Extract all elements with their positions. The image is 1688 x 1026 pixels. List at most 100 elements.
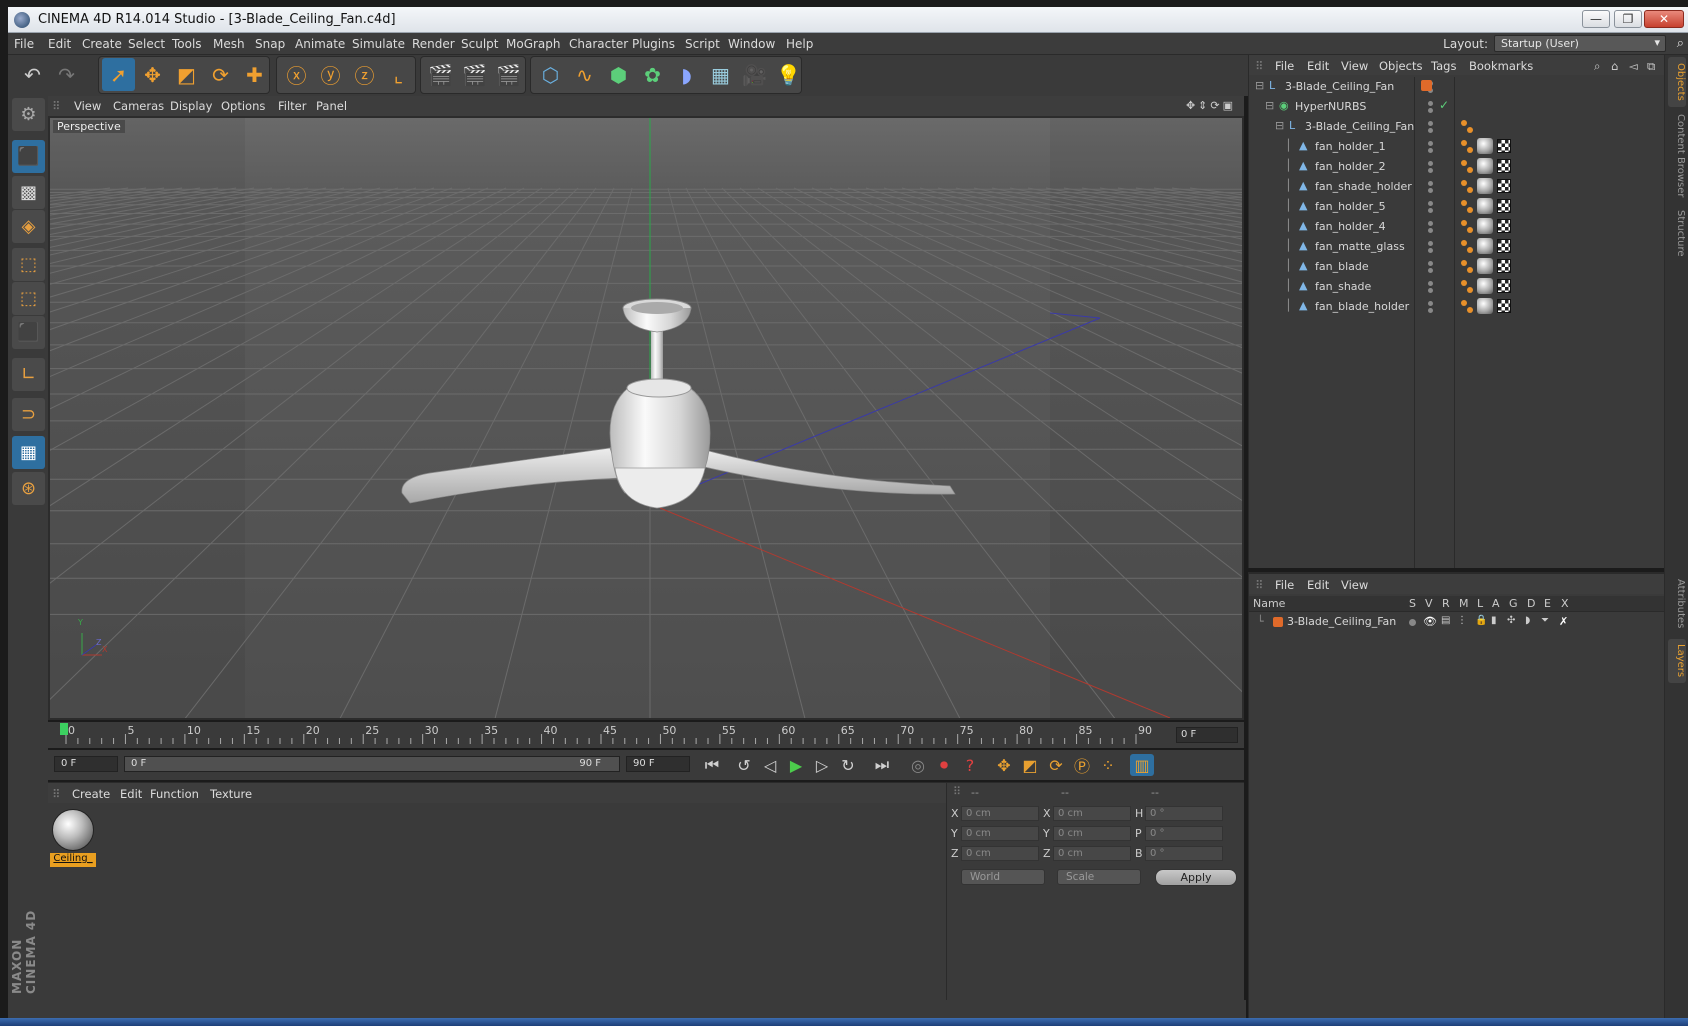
texture-mode-icon[interactable]: ▩ (12, 176, 45, 209)
lock-icon[interactable]: 🔒 (1475, 615, 1487, 626)
rotation-h-field[interactable]: 0 ° (1145, 806, 1223, 821)
points-mode-icon[interactable]: ⬚ (12, 248, 45, 281)
deformer-icon[interactable]: ◗ (670, 58, 703, 91)
end-frame-field[interactable]: 90 F (626, 756, 690, 772)
object-name[interactable]: fan_shade (1315, 280, 1371, 293)
timeline-window-icon[interactable]: ▥ (1130, 754, 1154, 776)
phong-tag-icon[interactable] (1467, 267, 1473, 273)
frame-range-slider[interactable]: 0 F 90 F (124, 756, 620, 772)
texture-tag-icon[interactable] (1497, 159, 1511, 173)
render-visibility-dot[interactable] (1428, 288, 1433, 293)
layer-col-solo[interactable]: S (1409, 597, 1416, 610)
z-axis-lock-icon[interactable]: ⓩ (348, 58, 381, 91)
object-row[interactable]: │ ▲ fan_holder_2 (1249, 157, 1665, 176)
redo-icon[interactable]: ↷ (50, 58, 83, 91)
object-name[interactable]: fan_matte_glass (1315, 240, 1405, 253)
phong-tag-icon[interactable] (1467, 167, 1473, 173)
phong-tag-icon[interactable] (1467, 307, 1473, 313)
cube-object-icon[interactable]: ⬡ (534, 58, 567, 91)
viewport-menu-panel[interactable]: Panel (316, 99, 347, 113)
menu-tools[interactable]: Tools (172, 37, 202, 51)
material-menu-texture[interactable]: Texture (210, 787, 252, 801)
material-tag-icon[interactable] (1477, 278, 1493, 294)
phong-tag-icon[interactable] (1461, 180, 1467, 186)
key-position-icon[interactable]: ✥ (992, 754, 1016, 776)
object-name[interactable]: fan_holder_2 (1315, 160, 1386, 173)
restore-button[interactable]: ❐ (1614, 10, 1642, 28)
search-icon[interactable]: ⌕ (1594, 59, 1600, 74)
make-editable-icon[interactable]: ⚙ (12, 98, 45, 131)
phong-tag-icon[interactable] (1461, 200, 1467, 206)
phong-tag-icon[interactable] (1461, 120, 1467, 126)
render-picture-viewer-icon[interactable]: 🎬 (458, 58, 491, 91)
editor-visibility-dot[interactable] (1428, 121, 1433, 126)
xref-toggle-icon[interactable]: ✗ (1559, 615, 1568, 628)
material-menu-edit[interactable]: Edit (120, 787, 142, 801)
menu-help[interactable]: Help (786, 37, 813, 51)
material-tag-icon[interactable] (1477, 158, 1493, 174)
add-tool-icon[interactable]: ✚ (238, 58, 271, 91)
material-tag-icon[interactable] (1477, 178, 1493, 194)
object-row[interactable]: │ ▲ fan_holder_1 (1249, 137, 1665, 156)
rotation-b-field[interactable]: 0 ° (1145, 846, 1223, 861)
record-keyframe-icon[interactable]: ⏺ (932, 754, 956, 776)
render-visibility-dot[interactable] (1428, 188, 1433, 193)
render-visibility-dot[interactable] (1428, 208, 1433, 213)
viewport-menu-view[interactable]: View (74, 99, 101, 113)
go-to-end-icon[interactable]: ⏭ (870, 754, 894, 776)
phong-tag-icon[interactable] (1461, 140, 1467, 146)
light-object-icon[interactable]: 💡 (772, 58, 805, 91)
texture-tag-icon[interactable] (1497, 239, 1511, 253)
editor-visibility-dot[interactable] (1428, 161, 1433, 166)
viewport-menu-filter[interactable]: Filter (278, 99, 306, 113)
editor-visibility-dot[interactable] (1428, 141, 1433, 146)
layer-menu-view[interactable]: View (1341, 578, 1368, 592)
render-visibility-dot[interactable] (1428, 168, 1433, 173)
object-row[interactable]: ⊟ L 3-Blade_Ceiling_Fan (1249, 77, 1665, 96)
object-menu-objects[interactable]: Objects (1379, 59, 1422, 73)
layer-col-expressions[interactable]: E (1544, 597, 1551, 610)
layer-menu-file[interactable]: File (1275, 578, 1294, 592)
render-settings-icon[interactable]: 🎬 (492, 58, 525, 91)
timeline-playhead[interactable] (60, 723, 68, 735)
render-toggle-icon[interactable]: ▤ (1441, 615, 1450, 626)
phong-tag-icon[interactable] (1467, 207, 1473, 213)
perspective-viewport[interactable]: Perspective Y X Z (48, 116, 1244, 720)
object-menu-bookmarks[interactable]: Bookmarks (1469, 59, 1533, 73)
phong-tag-icon[interactable] (1461, 240, 1467, 246)
key-pla-icon[interactable]: ⁘ (1096, 754, 1120, 776)
object-name[interactable]: 3-Blade_Ceiling_Fan (1305, 120, 1414, 133)
object-name[interactable]: fan_blade_holder (1315, 300, 1409, 313)
workplane-lock-icon[interactable]: ▦ (12, 436, 45, 469)
layer-col-name[interactable]: Name (1253, 597, 1285, 610)
size-mode-select[interactable]: Scale (1057, 869, 1141, 885)
polygons-mode-icon[interactable]: ⬛ (12, 316, 45, 349)
object-row[interactable]: ⊟ L 3-Blade_Ceiling_Fan (1249, 117, 1665, 136)
edges-mode-icon[interactable]: ⬚ (12, 282, 45, 315)
y-axis-lock-icon[interactable]: ⓨ (314, 58, 347, 91)
next-key-icon[interactable]: ↻ (836, 754, 860, 776)
expression-toggle-icon[interactable]: ⏷ (1541, 615, 1549, 626)
texture-tag-icon[interactable] (1497, 199, 1511, 213)
collapse-icon[interactable]: ⊟ (1265, 100, 1277, 112)
timeline-ruler[interactable]: 0 5 10 15 20 25 30 35 40 45 50 55 60 65 70 75 80 85 90 0 F (48, 722, 1244, 748)
material-menu-function[interactable]: Function (150, 787, 199, 801)
layout-select[interactable]: Startup (User) (1494, 35, 1666, 52)
back-icon[interactable]: ◅ (1629, 59, 1638, 73)
nurbs-object-icon[interactable]: ⬢ (602, 58, 635, 91)
start-frame-field[interactable]: 0 F (54, 756, 118, 772)
object-name[interactable]: fan_holder_1 (1315, 140, 1386, 153)
collapse-icon[interactable]: ⊟ (1275, 120, 1287, 132)
object-name[interactable]: fan_holder_4 (1315, 220, 1386, 233)
object-name[interactable]: fan_blade (1315, 260, 1369, 273)
layer-col-animation[interactable]: A (1492, 597, 1500, 610)
new-window-icon[interactable]: ⧉ (1647, 59, 1655, 74)
phong-tag-icon[interactable] (1467, 147, 1473, 153)
play-icon[interactable]: ▶ (784, 754, 808, 776)
menu-select[interactable]: Select (128, 37, 165, 51)
scale-tool-icon[interactable]: ◩ (170, 58, 203, 91)
menu-snap[interactable]: Snap (255, 37, 285, 51)
go-to-start-icon[interactable]: ⏮ (700, 754, 724, 776)
menu-mograph[interactable]: MoGraph (506, 37, 561, 51)
size-y-field[interactable]: 0 cm (1053, 826, 1131, 841)
